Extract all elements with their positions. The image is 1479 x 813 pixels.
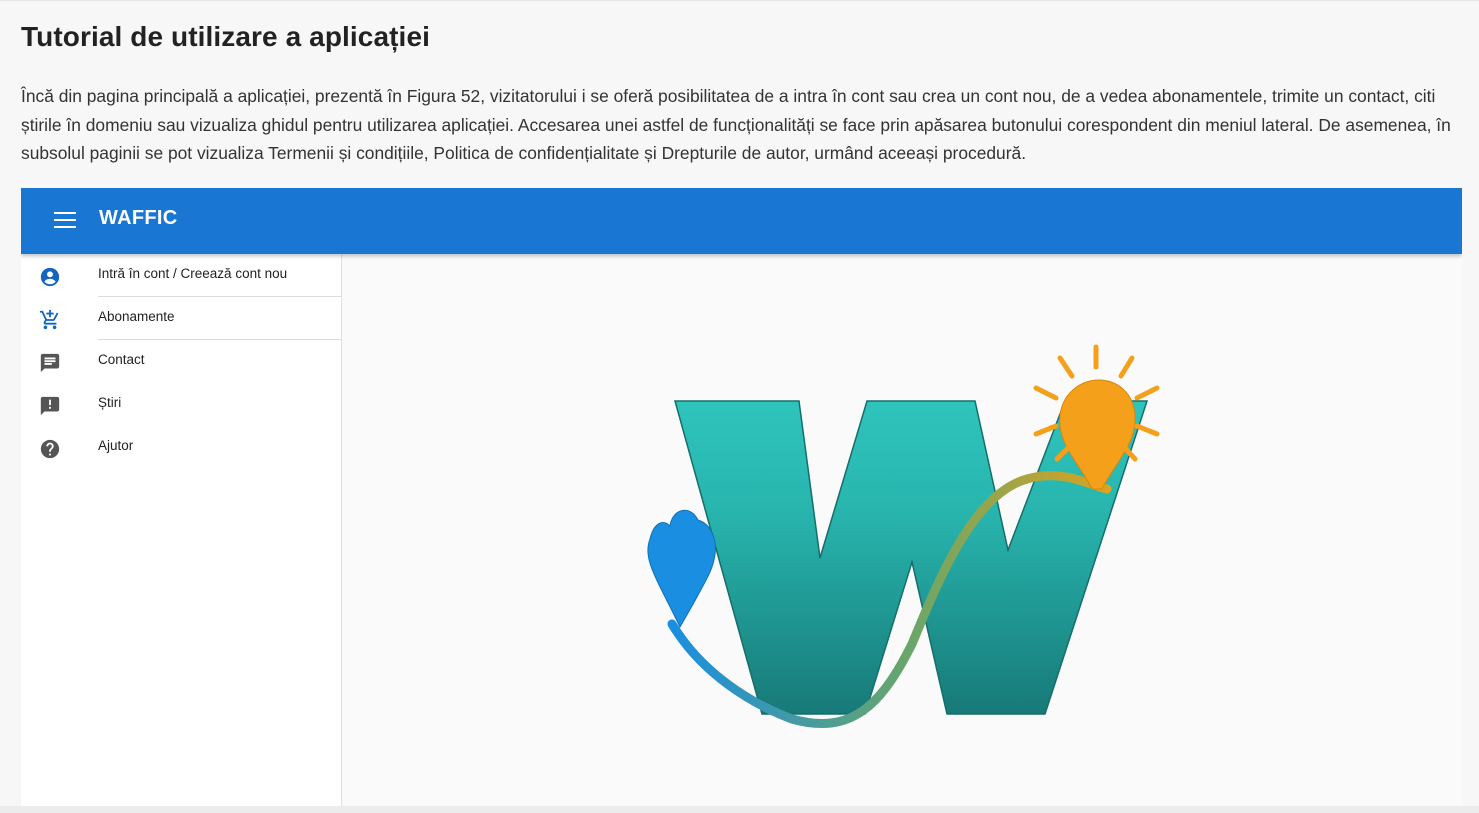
help-icon <box>40 439 60 459</box>
sidebar-item-label: Intră în cont / Creează cont nou <box>98 266 288 281</box>
announcement-icon <box>40 396 60 416</box>
page: Tutorial de utilizare a aplicației Încă … <box>0 0 1479 813</box>
sidebar-item-label: Ajutor <box>98 438 134 453</box>
main-content <box>342 254 1462 806</box>
intro-paragraph: Încă din pagina principală a aplicației,… <box>21 86 1451 163</box>
sidebar-item-contact[interactable]: Contact <box>21 340 341 383</box>
menu-icon[interactable] <box>54 212 76 228</box>
sidebar-item-label: Contact <box>98 352 145 367</box>
app-title: WAFFIC <box>99 207 178 229</box>
app-bar: WAFFIC <box>21 188 1462 254</box>
sidebar-item-news[interactable]: Știri <box>21 383 341 426</box>
sidebar-item-label: Abonamente <box>98 309 175 324</box>
page-bottom-strip <box>0 806 1479 813</box>
sidebar: Intră în cont / Creează cont nou Aboname… <box>21 254 342 806</box>
sidebar-item-label: Știri <box>98 395 122 410</box>
sidebar-item-login[interactable]: Intră în cont / Creează cont nou <box>21 254 341 297</box>
sidebar-item-help[interactable]: Ajutor <box>21 426 341 469</box>
chat-icon <box>40 353 60 373</box>
sidebar-item-subscriptions[interactable]: Abonamente <box>21 297 341 340</box>
app-screenshot: WAFFIC Intră în cont / Creează cont nou … <box>21 188 1462 806</box>
add-shopping-cart-icon <box>39 309 59 330</box>
page-title: Tutorial de utilizare a aplicației <box>21 21 430 52</box>
account-circle-icon <box>40 267 60 287</box>
waffic-logo <box>647 344 1160 728</box>
